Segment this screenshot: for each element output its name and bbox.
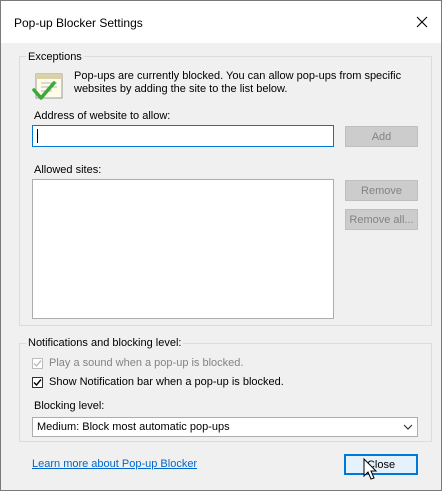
close-icon bbox=[416, 16, 428, 28]
remove-all-button[interactable]: Remove all... bbox=[345, 209, 418, 230]
play-sound-label: Play a sound when a pop-up is blocked. bbox=[49, 357, 244, 369]
text-caret bbox=[37, 129, 38, 143]
document-checkmark-icon bbox=[32, 70, 66, 106]
checkmark-icon bbox=[33, 359, 42, 367]
allowed-sites-label: Allowed sites: bbox=[34, 164, 102, 176]
exceptions-group-label: Exceptions bbox=[26, 51, 84, 63]
mouse-pointer-icon bbox=[363, 458, 378, 480]
play-sound-checkbox-row[interactable]: Play a sound when a pop-up is blocked. bbox=[32, 357, 243, 369]
play-sound-checkbox[interactable] bbox=[32, 357, 43, 369]
show-bar-checkbox-row[interactable]: Show Notification bar when a pop-up is b… bbox=[32, 376, 284, 388]
blocking-level-select[interactable]: Medium: Block most automatic pop-ups bbox=[32, 417, 418, 437]
add-button[interactable]: Add bbox=[345, 126, 418, 147]
show-bar-label: Show Notification bar when a pop-up is b… bbox=[49, 376, 284, 388]
close-button[interactable]: Close bbox=[344, 454, 418, 475]
blocking-level-label: Blocking level: bbox=[34, 400, 105, 412]
learn-more-link[interactable]: Learn more about Pop-up Blocker bbox=[32, 458, 197, 470]
chevron-down-icon bbox=[403, 424, 413, 430]
notifications-group-label: Notifications and blocking level: bbox=[26, 337, 184, 349]
close-window-button[interactable] bbox=[407, 8, 437, 36]
window-title: Pop-up Blocker Settings bbox=[14, 16, 143, 30]
exceptions-info-text: Pop-ups are currently blocked. You can a… bbox=[74, 70, 402, 95]
blocking-level-value: Medium: Block most automatic pop-ups bbox=[37, 421, 230, 433]
checkmark-icon bbox=[33, 378, 42, 386]
title-bar: Pop-up Blocker Settings bbox=[1, 1, 441, 43]
address-label: Address of website to allow: bbox=[34, 110, 171, 122]
address-input[interactable] bbox=[32, 125, 334, 147]
show-bar-checkbox[interactable] bbox=[32, 376, 43, 388]
remove-button[interactable]: Remove bbox=[345, 180, 418, 201]
dialog-window: Pop-up Blocker Settings Exceptions Pop-u… bbox=[0, 0, 442, 491]
allowed-sites-list[interactable] bbox=[32, 179, 334, 319]
